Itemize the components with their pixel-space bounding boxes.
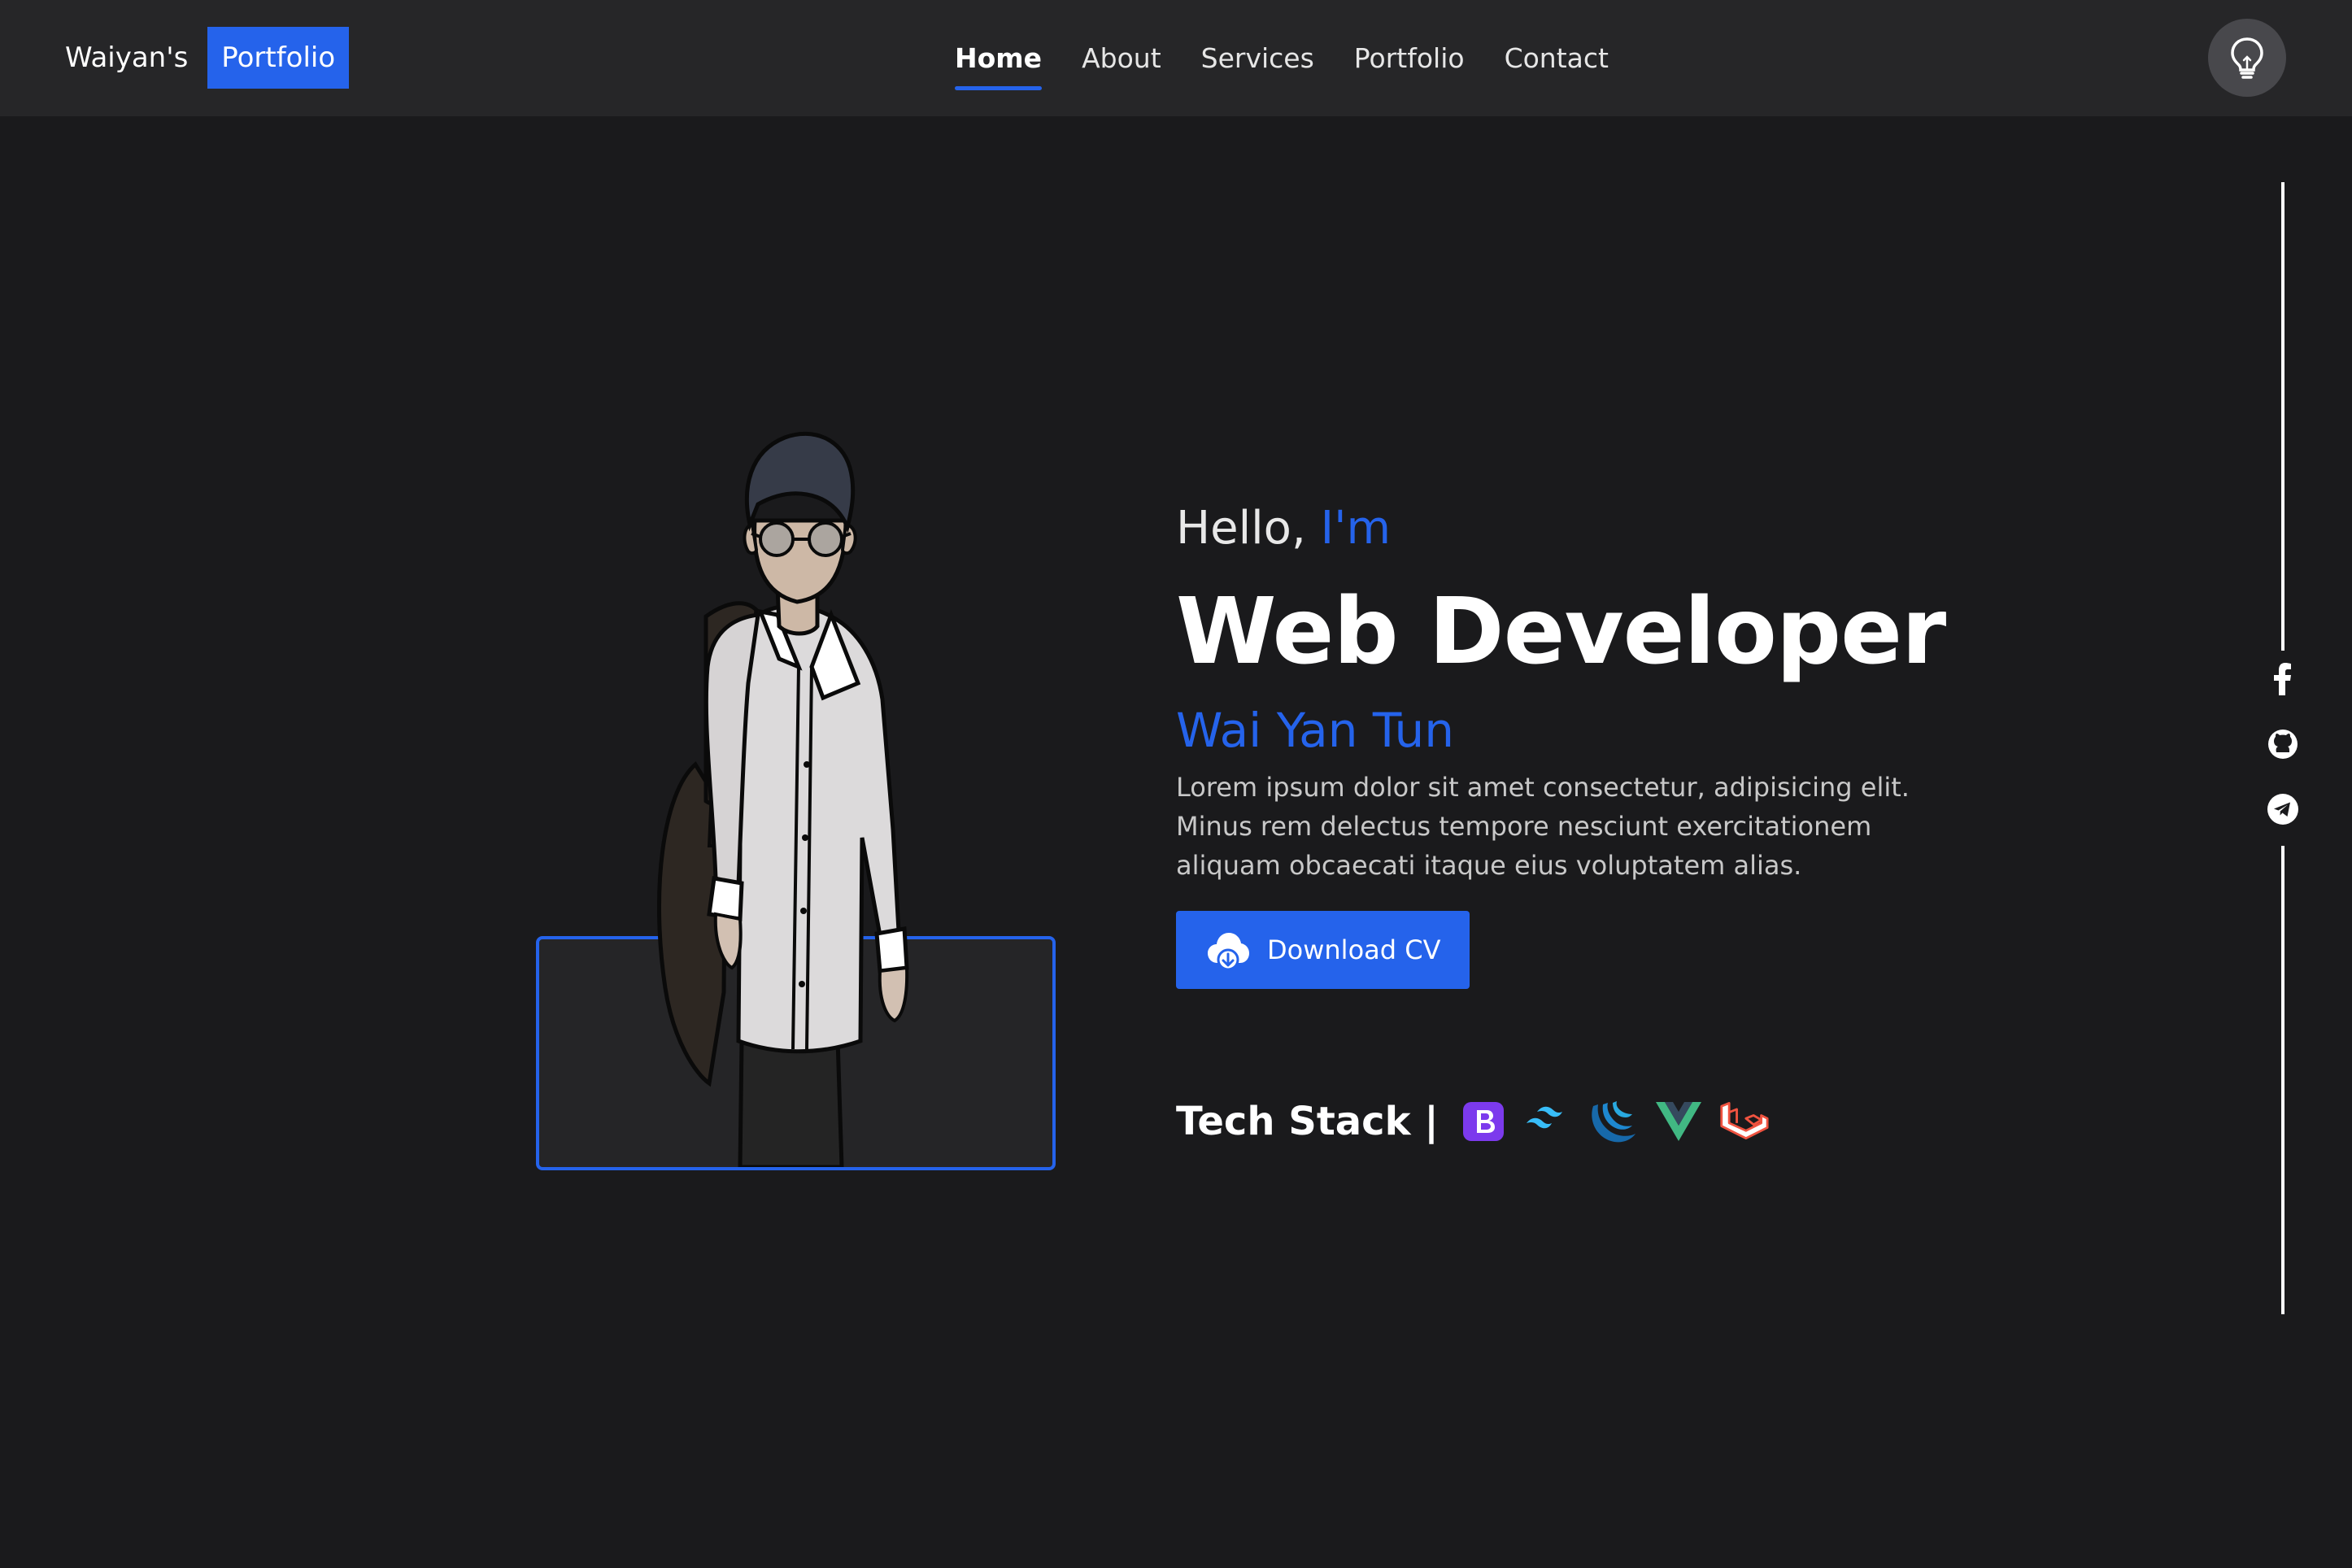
laravel-icon [1718, 1096, 1769, 1147]
brand-logo[interactable]: Waiyan's Portfolio [65, 27, 350, 89]
tech-stack-label: Tech Stack | [1176, 1099, 1439, 1144]
github-link[interactable] [2267, 728, 2299, 760]
tailwind-icon [1523, 1096, 1574, 1147]
portfolio-page: Waiyan's Portfolio Home About Services P… [0, 0, 2352, 1568]
download-cv-button[interactable]: Download CV [1176, 911, 1470, 989]
github-icon [2268, 730, 2298, 759]
brand-name: Waiyan's [65, 41, 189, 74]
nav-link-contact[interactable]: Contact [1505, 42, 1609, 74]
nav-link-services[interactable]: Services [1201, 42, 1314, 74]
jquery-icon [1588, 1096, 1639, 1147]
tech-stack: Tech Stack | [1176, 1093, 1784, 1150]
greeting-accent: I'm [1320, 502, 1392, 555]
hero-headline: Web Developer [1176, 579, 1946, 685]
developer-name: Wai Yan Tun [1176, 703, 1455, 758]
theme-toggle-button[interactable] [2208, 19, 2286, 97]
nav-link-home[interactable]: Home [955, 42, 1043, 90]
bootstrap-icon [1458, 1096, 1509, 1147]
vue-icon [1653, 1096, 1704, 1147]
hero-bio: Lorem ipsum dolor sit amet consectetur, … [1176, 772, 1910, 881]
developer-illustration [656, 431, 909, 1167]
cloud-download-icon [1208, 933, 1249, 971]
nav-link-portfolio[interactable]: Portfolio [1354, 42, 1465, 74]
facebook-icon [2274, 663, 2291, 695]
telegram-link[interactable] [2267, 793, 2299, 825]
telegram-icon [2267, 794, 2298, 825]
greeting: Hello, I'm [1176, 502, 1391, 555]
brand-tag: Portfolio [207, 27, 350, 89]
social-rail-line-top [2281, 182, 2284, 651]
facebook-link[interactable] [2267, 663, 2299, 695]
greeting-prefix: Hello, [1176, 502, 1306, 555]
download-cv-label: Download CV [1267, 934, 1441, 965]
nav-links: Home About Services Portfolio Contact [955, 0, 1609, 116]
lightbulb-icon [2231, 37, 2263, 79]
social-rail-line-bottom [2281, 846, 2284, 1314]
navbar: Waiyan's Portfolio Home About Services P… [0, 0, 2352, 116]
nav-link-about[interactable]: About [1082, 42, 1161, 74]
